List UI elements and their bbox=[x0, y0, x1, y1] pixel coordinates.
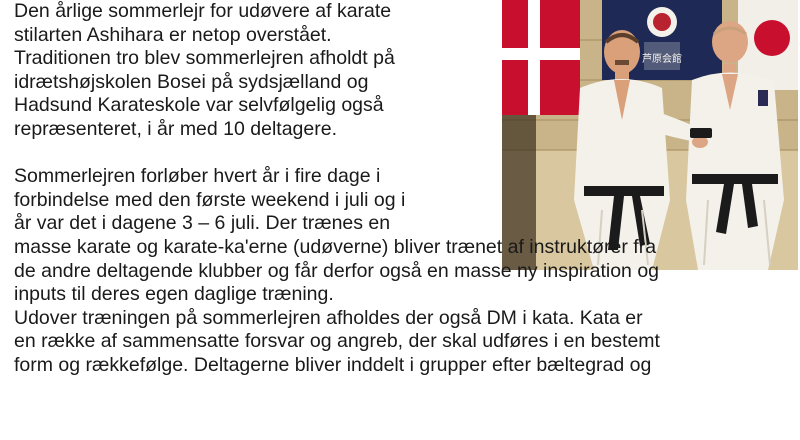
article-body: 芦原会館 Den årlige sommerlejr for udøvere a… bbox=[14, 0, 798, 378]
danish-flag bbox=[502, 0, 580, 115]
photo-illustration: 芦原会館 bbox=[502, 0, 798, 270]
text-line: inputs til deres egen daglige træning. bbox=[14, 283, 334, 306]
paragraph-3: Udover træningen på sommerlejren afholde… bbox=[14, 307, 798, 378]
text-line: en række af sammensatte forsvar og angre… bbox=[14, 330, 660, 353]
text-line: Udover træningen på sommerlejren afholde… bbox=[14, 306, 643, 329]
handshake-belt bbox=[690, 128, 712, 138]
text-line: form og rækkefølge. Deltagerne bliver in… bbox=[14, 353, 652, 376]
banner-text: 芦原会館 bbox=[642, 52, 682, 65]
karate-photo: 芦原会館 bbox=[502, 0, 798, 270]
